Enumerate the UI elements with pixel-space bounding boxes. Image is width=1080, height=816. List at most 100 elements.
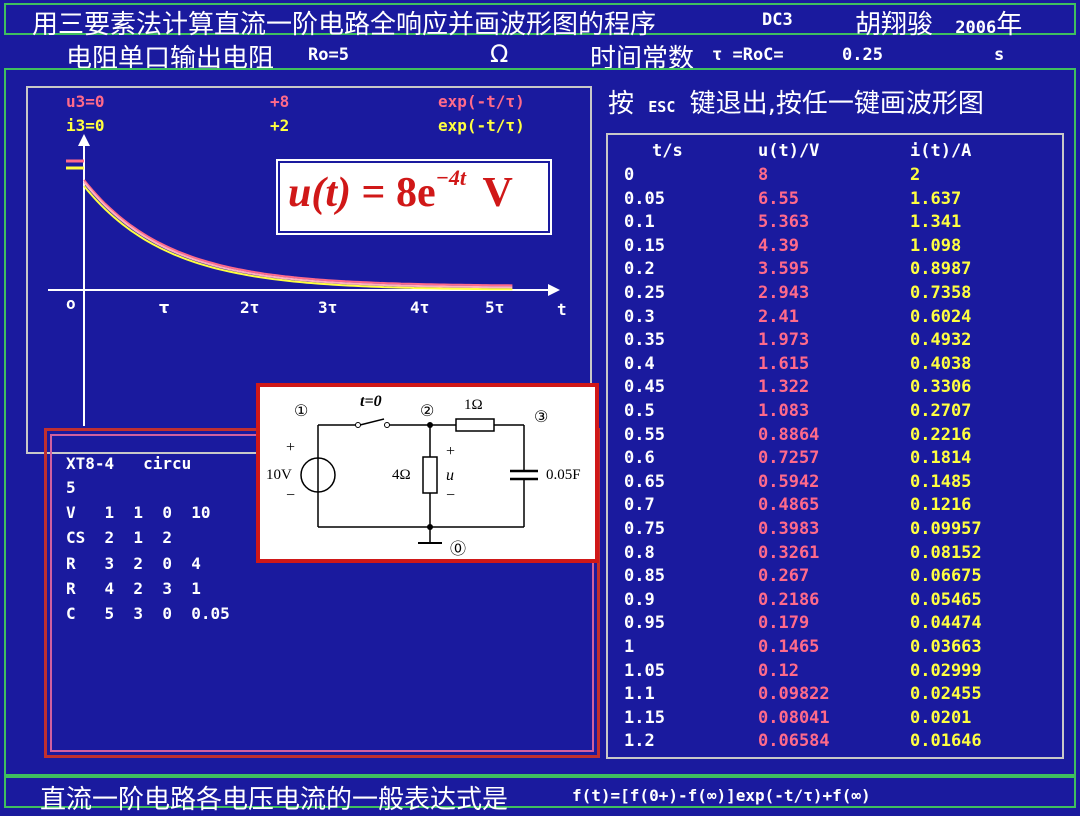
author-name: 胡翔骏 <box>855 10 934 40</box>
table-cell-i: 0.4038 <box>910 353 972 374</box>
table-cell-u: 0.4865 <box>758 495 820 516</box>
source-10v-label: 10V <box>266 467 292 483</box>
table-cell-u: 0.5942 <box>758 471 820 492</box>
table-cell-i: 1.098 <box>910 235 962 256</box>
tau-value: 0.25 <box>842 45 883 65</box>
table-cell-i: 0.8987 <box>910 259 972 280</box>
table-cell-i: 1.637 <box>910 188 962 209</box>
table-cell-u: 4.39 <box>758 235 799 256</box>
table-cell-i: 0.3306 <box>910 377 972 398</box>
tick-tau-1: τ <box>159 298 170 317</box>
tick-tau-2: 2τ <box>240 298 260 317</box>
table-cell-u: 0.3983 <box>758 519 820 539</box>
table-cell-i: 0.02999 <box>910 660 982 681</box>
table-cell-t: 0.6 <box>624 448 655 469</box>
table-cell-i: 0.4932 <box>910 330 972 351</box>
table-cell-u: 6.55 <box>758 188 799 209</box>
table-cell-t: 0.4 <box>624 353 655 374</box>
node-0-label: ⓪ <box>450 539 467 558</box>
table-cell-u: 0.2186 <box>758 589 820 610</box>
footer-label: 直流一阶电路各电压电流的一般表达式是 <box>40 785 509 815</box>
netlist-line-1: XT8-4 circu <box>66 454 192 473</box>
table-cell-t: 0.45 <box>624 377 665 398</box>
table-cell-t: 0.7 <box>624 495 655 516</box>
table-cell-i: 0.05465 <box>910 589 982 610</box>
table-cell-i: 2 <box>910 165 921 185</box>
u-minus-sign: − <box>446 487 456 504</box>
table-header-i: i(t)/A <box>910 141 972 161</box>
formula-exponent: −4t <box>435 165 467 190</box>
t-axis-arrow <box>548 284 560 296</box>
table-cell-i: 0.02455 <box>910 684 982 705</box>
table-cell-t: 0.65 <box>624 471 665 492</box>
table-cell-u: 0.3261 <box>758 542 820 563</box>
table-cell-u: 1.615 <box>758 353 810 374</box>
table-cell-t: 1.15 <box>624 707 665 728</box>
table-cell-u: 0.1465 <box>758 637 820 657</box>
results-table: t/s u(t)/V i(t)/A 0 8 2 0.05 6.55 1.637 0.1 5.3… <box>606 133 1064 759</box>
author-year: 胡翔骏 2006年 <box>855 4 1022 41</box>
table-header-t: t/s <box>652 141 683 161</box>
source-minus-sign: − <box>286 487 296 504</box>
table-cell-i: 0.08152 <box>910 542 982 563</box>
table-cell-u: 1.083 <box>758 401 810 421</box>
table-cell-t: 0.2 <box>624 259 655 280</box>
table-cell-t: 1 <box>624 637 635 657</box>
formula-coef: 8e <box>395 170 436 216</box>
formula-lhs: u(t) <box>288 170 351 216</box>
table-cell-t: 0.15 <box>624 235 665 256</box>
table-cell-t: 0.8 <box>624 542 655 563</box>
origin-label: o <box>66 294 76 313</box>
node-3-label: ③ <box>534 407 549 426</box>
node-1-label: ① <box>294 401 309 420</box>
netlist-line-7: C 5 3 0 0.05 <box>66 604 230 623</box>
table-cell-i: 0.2216 <box>910 424 972 445</box>
u-plus-sign: + <box>446 443 456 460</box>
table-cell-i: 1.341 <box>910 212 962 233</box>
table-cell-t: 0.5 <box>624 401 655 421</box>
table-cell-t: 0.9 <box>624 589 655 610</box>
tick-tau-3: 3τ <box>318 298 338 317</box>
seconds-unit: s <box>994 45 1005 65</box>
table-cell-u: 3.595 <box>758 259 810 280</box>
node-2-label: ② <box>420 401 435 420</box>
esc-key-label: ESC <box>648 98 676 116</box>
resistor-1ohm-label: 1Ω <box>464 397 483 413</box>
table-cell-t: 1.2 <box>624 731 655 752</box>
table-cell-i: 0.01646 <box>910 731 982 752</box>
formula-equals: = <box>361 170 386 216</box>
prompt-press: 按 <box>608 89 635 119</box>
table-cell-i: 0.7358 <box>910 283 972 303</box>
table-cell-i: 0.6024 <box>910 306 972 327</box>
table-cell-u: 0.12 <box>758 660 799 681</box>
table-cell-t: 0.25 <box>624 283 665 303</box>
table-cell-t: 0.3 <box>624 306 655 327</box>
table-cell-i: 0.09957 <box>910 519 982 539</box>
ro-value: Ro=5 <box>308 45 349 65</box>
table-cell-u: 2.41 <box>758 306 799 327</box>
table-cell-t: 0.55 <box>624 424 665 445</box>
table-cell-u: 0.8864 <box>758 424 820 445</box>
year-char: 年 <box>996 10 1023 40</box>
table-cell-u: 5.363 <box>758 212 810 233</box>
table-header-u: u(t)/V <box>758 141 820 161</box>
table-cell-i: 0.1216 <box>910 495 972 516</box>
footer-formula: f(t)=[f(0+)-f(∞)]exp(-t/τ)+f(∞) <box>572 786 871 805</box>
table-cell-t: 0.35 <box>624 330 665 351</box>
table-cell-u: 0.7257 <box>758 448 820 469</box>
table-cell-i: 0.1814 <box>910 448 972 469</box>
table-cell-u: 2.943 <box>758 283 810 303</box>
netlist-line-3: V 1 1 0 10 <box>66 503 211 522</box>
formula-box: u(t) = 8e−4t V <box>276 159 552 235</box>
netlist-line-2: 5 <box>66 478 76 497</box>
table-cell-u: 0.06584 <box>758 731 830 752</box>
ohm-symbol: Ω <box>490 40 509 68</box>
netlist-line-5: R 3 2 0 4 <box>66 554 201 573</box>
program-title: 用三要素法计算直流一阶电路全响应并画波形图的程序 <box>32 10 657 40</box>
table-cell-t: 0.95 <box>624 613 665 634</box>
table-cell-i: 0.0201 <box>910 707 972 728</box>
table-cell-t: 1.1 <box>624 684 655 705</box>
table-cell-u: 0.267 <box>758 566 810 587</box>
table-cell-u: 8 <box>758 165 769 185</box>
table-cell-i: 0.2707 <box>910 401 972 421</box>
